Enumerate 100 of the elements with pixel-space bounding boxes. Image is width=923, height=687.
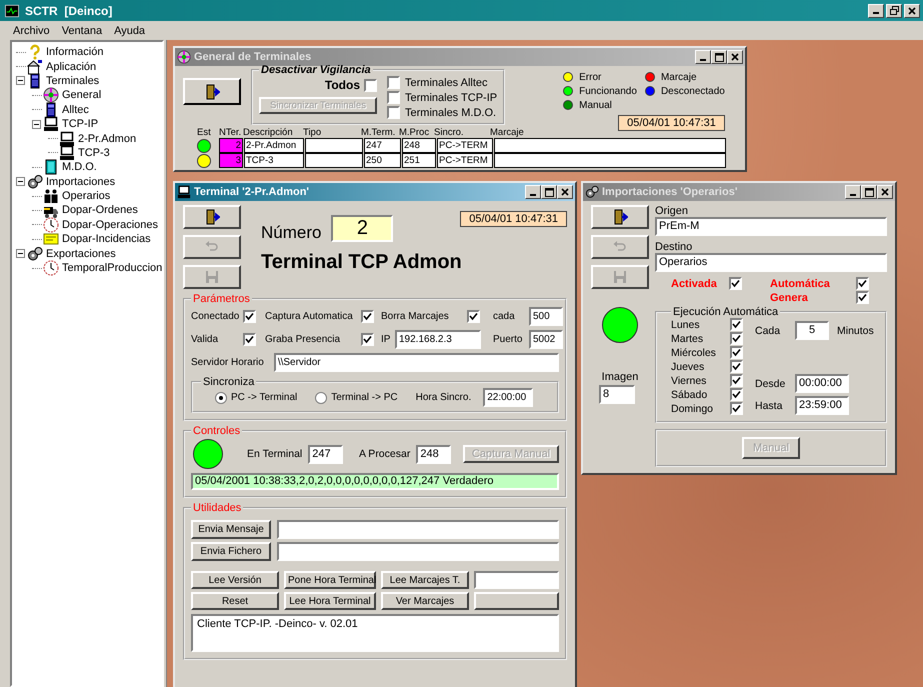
time-field[interactable]: 22:00:00 xyxy=(483,388,534,407)
action-button[interactable]: Lee Versión xyxy=(191,571,279,589)
collapse-toggle[interactable] xyxy=(32,120,41,129)
minimize-icon xyxy=(850,194,856,196)
time-field[interactable]: 00:00:00 xyxy=(795,374,849,393)
field-label: Hasta xyxy=(755,400,784,412)
checkbox[interactable] xyxy=(730,402,743,415)
tree-item[interactable]: TCP-IP xyxy=(62,118,98,130)
checkbox[interactable] xyxy=(729,277,742,290)
count-field[interactable]: 248 xyxy=(416,444,452,464)
checkbox[interactable] xyxy=(361,310,374,323)
restore-button[interactable] xyxy=(886,4,902,18)
collapse-toggle[interactable] xyxy=(16,249,25,258)
send-button[interactable]: Envia Fichero xyxy=(191,542,271,561)
table-cell xyxy=(305,153,363,168)
column-header: Sincro. xyxy=(434,127,465,138)
checkbox-label: Activada xyxy=(671,278,717,290)
table-cell: 248 xyxy=(402,138,436,153)
tree-item[interactable]: Información xyxy=(46,46,104,58)
input-field[interactable] xyxy=(277,542,559,561)
interval-field[interactable]: 5 xyxy=(795,321,829,340)
checkbox[interactable] xyxy=(243,333,256,346)
checkbox[interactable] xyxy=(387,106,400,119)
action-button[interactable]: Lee Marcajes T. xyxy=(381,571,469,589)
computer-icon xyxy=(43,116,59,132)
checkbox[interactable] xyxy=(387,91,400,104)
server-field[interactable]: \\Servidor xyxy=(274,353,559,372)
minimize-button[interactable] xyxy=(845,185,861,199)
count-field[interactable]: 247 xyxy=(308,444,343,464)
collapse-toggle[interactable] xyxy=(16,76,25,86)
checkbox[interactable] xyxy=(364,78,377,92)
checkbox-label: Miércoles xyxy=(671,346,716,358)
image-number-field[interactable]: 8 xyxy=(599,385,635,404)
checkbox[interactable] xyxy=(387,76,400,89)
tree-item[interactable]: Alltec xyxy=(62,104,89,116)
input-field[interactable] xyxy=(277,520,559,539)
checkbox[interactable] xyxy=(467,310,480,323)
close-button[interactable] xyxy=(727,50,743,64)
port-field[interactable]: 5002 xyxy=(529,330,563,349)
checkbox[interactable] xyxy=(730,374,743,387)
checkbox[interactable] xyxy=(856,291,869,304)
destination-field[interactable]: Operarios xyxy=(655,253,887,272)
maximize-button[interactable] xyxy=(861,185,877,199)
checkbox[interactable] xyxy=(730,346,743,359)
close-button[interactable] xyxy=(877,185,893,199)
exit-button[interactable] xyxy=(183,78,241,105)
column-header: NTer. xyxy=(219,127,242,138)
close-icon xyxy=(908,6,916,14)
tree-item[interactable]: Dopar-Incidencias xyxy=(62,233,151,246)
maximize-button[interactable] xyxy=(711,50,727,64)
maximize-button[interactable] xyxy=(541,185,557,199)
tree-item[interactable]: 2-Pr.Admon xyxy=(78,132,136,145)
minimize-button[interactable] xyxy=(695,50,711,64)
checkbox[interactable] xyxy=(730,332,743,345)
menu-item[interactable]: Ayuda xyxy=(114,24,146,36)
tree-item[interactable]: Dopar-Operaciones xyxy=(62,218,158,231)
radio-button[interactable] xyxy=(215,392,227,404)
tree-item[interactable]: Terminales xyxy=(46,74,100,87)
tree-item[interactable]: Dopar-Ordenes xyxy=(62,204,138,216)
tree-item[interactable]: TemporalProduccion xyxy=(62,262,162,274)
menu-item[interactable]: Archivo xyxy=(13,24,50,36)
input-field[interactable] xyxy=(474,571,559,589)
monitor-icon xyxy=(5,4,19,18)
collapse-toggle[interactable] xyxy=(16,177,25,186)
close-button[interactable] xyxy=(557,185,573,199)
door-exit-icon xyxy=(204,209,220,225)
exit-button[interactable] xyxy=(183,205,241,229)
minimize-button[interactable] xyxy=(525,185,541,199)
tree-item[interactable]: Operarios xyxy=(62,190,110,202)
people-icon xyxy=(43,188,59,204)
radio-button[interactable] xyxy=(315,392,328,404)
tree-item[interactable]: Importaciones xyxy=(46,176,116,188)
minimize-button[interactable] xyxy=(868,4,884,18)
door-exit-icon xyxy=(204,84,220,100)
action-button[interactable]: Lee Hora Terminal xyxy=(284,592,376,610)
exit-button[interactable] xyxy=(591,205,649,229)
checkbox[interactable] xyxy=(361,333,374,346)
tree-item[interactable]: Exportaciones xyxy=(46,248,116,260)
checkbox[interactable] xyxy=(730,388,743,401)
action-button[interactable]: Reset xyxy=(191,592,279,610)
tree-item[interactable]: M.D.O. xyxy=(62,161,97,174)
time-field[interactable]: 23:59:00 xyxy=(795,396,849,415)
tree-item[interactable]: General xyxy=(62,89,102,102)
checkbox[interactable] xyxy=(730,318,743,331)
checkbox-label: Genera xyxy=(770,292,808,304)
checkbox[interactable] xyxy=(730,360,743,373)
source-field[interactable]: PrEm-M xyxy=(655,217,887,236)
menu-item[interactable]: Ventana xyxy=(62,24,102,36)
tree-item[interactable]: Aplicación xyxy=(46,60,96,73)
field-label: En Terminal xyxy=(247,448,302,460)
ip-field[interactable]: 192.168.2.3 xyxy=(395,330,481,349)
tree-item[interactable]: TCP-3 xyxy=(78,146,110,159)
blank-button[interactable] xyxy=(474,592,559,610)
interval-field[interactable]: 500 xyxy=(529,307,563,326)
checkbox[interactable] xyxy=(243,310,256,323)
field-label: Desde xyxy=(755,378,786,390)
checkbox[interactable] xyxy=(856,277,869,290)
close-button[interactable] xyxy=(904,4,920,18)
send-button[interactable]: Envia Mensaje xyxy=(191,520,271,539)
action-button[interactable]: Ver Marcajes xyxy=(381,592,469,610)
